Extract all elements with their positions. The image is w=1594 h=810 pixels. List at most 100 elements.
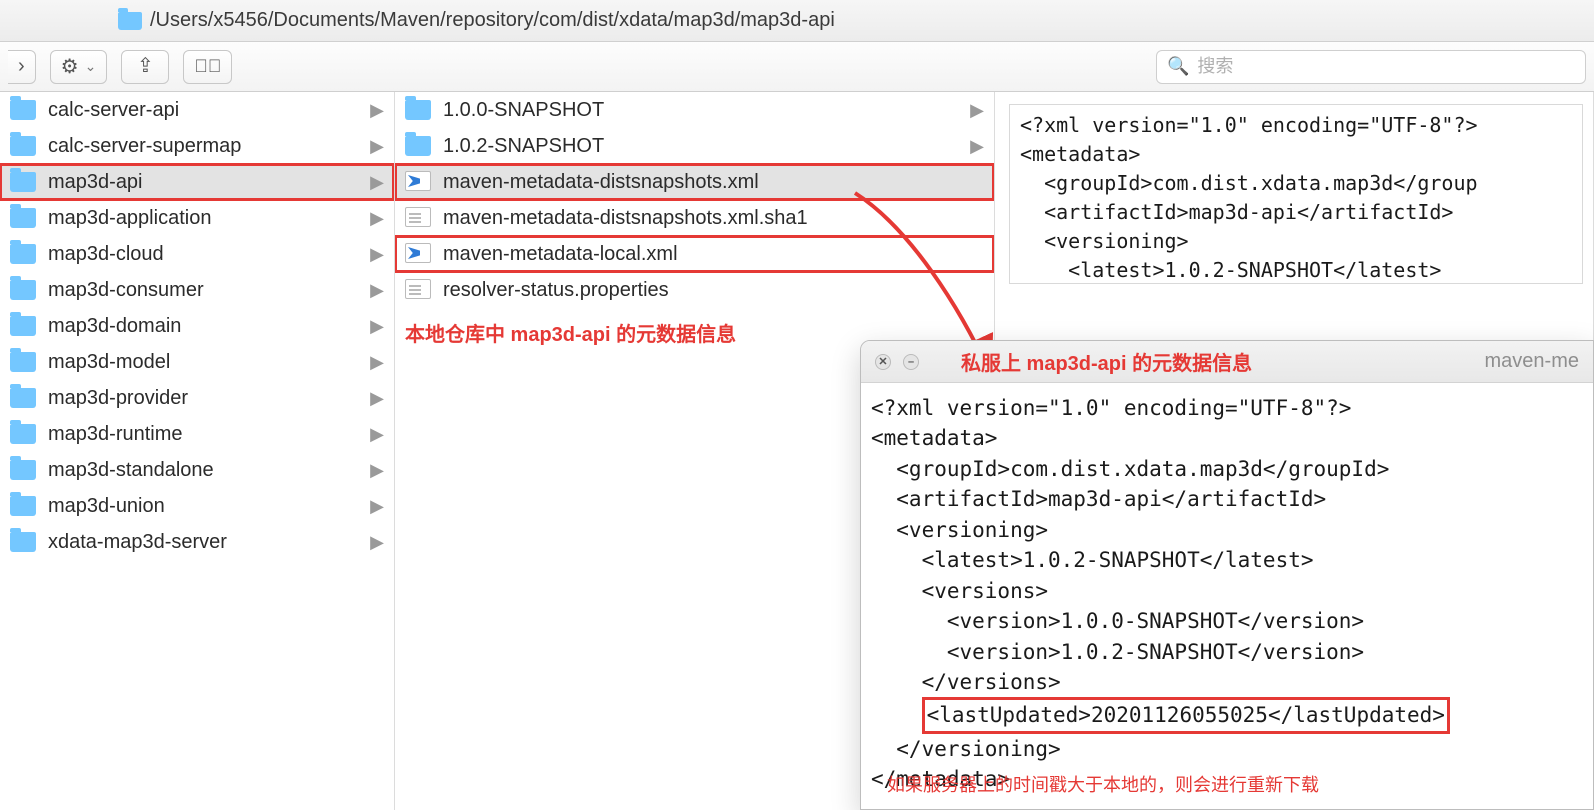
item-label: map3d-cloud: [48, 243, 164, 266]
chevron-right-icon: ▶: [370, 136, 384, 157]
gear-icon: ⚙: [61, 54, 79, 79]
folder-item-map3d-provider[interactable]: map3d-provider ▶: [0, 380, 394, 416]
tags-button[interactable]: ◯⃝: [183, 50, 232, 84]
chevron-right-icon: ▶: [970, 136, 984, 157]
chevron-right-icon: ▶: [370, 316, 384, 337]
folder-item-calc-server-api[interactable]: calc-server-api ▶: [0, 92, 394, 128]
editor-window: ✕ – 私服上 map3d-api 的元数据信息 maven-me <?xml …: [860, 340, 1594, 810]
item-label: map3d-union: [48, 495, 165, 518]
folder-icon: [405, 136, 431, 156]
folder-item-map3d-cloud[interactable]: map3d-cloud ▶: [0, 236, 394, 272]
folder-icon: [10, 280, 36, 300]
chevron-right-icon: ▶: [370, 496, 384, 517]
chevron-right-icon: ▶: [370, 388, 384, 409]
column-1[interactable]: calc-server-api▶calc-server-supermap▶map…: [0, 92, 395, 810]
minimize-icon[interactable]: –: [903, 354, 919, 370]
search-input[interactable]: [1197, 56, 1575, 77]
item-label: 1.0.2-SNAPSHOT: [443, 135, 604, 158]
item-label: resolver-status.properties: [443, 279, 669, 302]
file-item-maven-metadata-local.xml[interactable]: maven-metadata-local.xml: [395, 236, 994, 272]
folder-item-xdata-map3d-server[interactable]: xdata-map3d-server ▶: [0, 524, 394, 560]
item-label: map3d-domain: [48, 315, 181, 338]
folder-icon: [10, 424, 36, 444]
item-label: map3d-runtime: [48, 423, 183, 446]
folder-icon: [405, 100, 431, 120]
item-label: map3d-standalone: [48, 459, 214, 482]
file-icon: [405, 171, 431, 191]
folder-item-1.0.2-SNAPSHOT[interactable]: 1.0.2-SNAPSHOT ▶: [395, 128, 994, 164]
folder-icon: [10, 136, 36, 156]
item-label: xdata-map3d-server: [48, 531, 227, 554]
folder-item-map3d-api[interactable]: map3d-api ▶: [0, 164, 394, 200]
chevron-right-icon: ›: [18, 55, 25, 78]
folder-item-map3d-consumer[interactable]: map3d-consumer ▶: [0, 272, 394, 308]
annotation-remote-repo: 私服上 map3d-api 的元数据信息: [961, 347, 1252, 376]
item-label: map3d-consumer: [48, 279, 204, 302]
toolbar: › ⚙ ⌄ ⇪ ◯⃝ 🔍: [0, 42, 1594, 92]
chevron-right-icon: ▶: [370, 244, 384, 265]
editor-title-partial: maven-me: [1485, 350, 1579, 373]
chevron-right-icon: ▶: [370, 352, 384, 373]
annotation-footnote: 如果服务器上的时间戳大于本地的，则会进行重新下载: [887, 771, 1319, 797]
folder-icon: [10, 172, 36, 192]
folder-item-map3d-standalone[interactable]: map3d-standalone ▶: [0, 452, 394, 488]
folder-item-map3d-model[interactable]: map3d-model ▶: [0, 344, 394, 380]
folder-icon: [10, 496, 36, 516]
folder-item-map3d-application[interactable]: map3d-application ▶: [0, 200, 394, 236]
file-icon: [405, 279, 431, 299]
editor-titlebar[interactable]: ✕ – 私服上 map3d-api 的元数据信息 maven-me: [861, 341, 1593, 383]
chevron-right-icon: ▶: [370, 280, 384, 301]
item-label: map3d-application: [48, 207, 211, 230]
folder-icon: [10, 244, 36, 264]
chevron-right-icon: ▶: [970, 100, 984, 121]
annotation-local-repo: 本地仓库中 map3d-api 的元数据信息: [405, 318, 736, 347]
folder-icon: [10, 388, 36, 408]
close-icon[interactable]: ✕: [875, 354, 891, 370]
chevron-right-icon: ▶: [370, 532, 384, 553]
file-item-maven-metadata-distsnapshots.xml[interactable]: maven-metadata-distsnapshots.xml: [395, 164, 994, 200]
search-field-wrap[interactable]: 🔍: [1156, 50, 1586, 84]
file-item-resolver-status.properties[interactable]: resolver-status.properties: [395, 272, 994, 308]
chevron-right-icon: ▶: [370, 172, 384, 193]
xml-pre: <?xml version="1.0" encoding="UTF-8"?> <…: [871, 396, 1389, 727]
folder-item-1.0.0-SNAPSHOT[interactable]: 1.0.0-SNAPSHOT ▶: [395, 92, 994, 128]
chevron-right-icon: ▶: [370, 208, 384, 229]
folder-item-map3d-union[interactable]: map3d-union ▶: [0, 488, 394, 524]
editor-body[interactable]: <?xml version="1.0" encoding="UTF-8"?> <…: [861, 383, 1593, 810]
chevron-right-icon: ▶: [370, 460, 384, 481]
item-label: 1.0.0-SNAPSHOT: [443, 99, 604, 122]
preview-xml-top: <?xml version="1.0" encoding="UTF-8"?> <…: [1009, 104, 1583, 284]
file-icon: [405, 243, 431, 263]
window-titlebar: /Users/x5456/Documents/Maven/repository/…: [0, 0, 1594, 42]
folder-item-map3d-domain[interactable]: map3d-domain ▶: [0, 308, 394, 344]
item-label: calc-server-api: [48, 99, 179, 122]
item-label: calc-server-supermap: [48, 135, 241, 158]
search-icon: 🔍: [1167, 56, 1189, 77]
folder-icon: [118, 12, 142, 30]
item-label: map3d-model: [48, 351, 170, 374]
item-label: map3d-api: [48, 171, 143, 194]
chevron-right-icon: ▶: [370, 100, 384, 121]
folder-icon: [10, 100, 36, 120]
tag-icon: ◯⃝: [194, 56, 221, 77]
chevron-down-icon: ⌄: [85, 58, 97, 75]
folder-icon: [10, 460, 36, 480]
folder-icon: [10, 208, 36, 228]
item-label: maven-metadata-local.xml: [443, 243, 678, 266]
nav-forward-button[interactable]: ›: [8, 50, 36, 84]
file-icon: [405, 207, 431, 227]
chevron-right-icon: ▶: [370, 424, 384, 445]
item-label: map3d-provider: [48, 387, 188, 410]
folder-icon: [10, 316, 36, 336]
folder-item-calc-server-supermap[interactable]: calc-server-supermap ▶: [0, 128, 394, 164]
folder-icon: [10, 532, 36, 552]
folder-item-map3d-runtime[interactable]: map3d-runtime ▶: [0, 416, 394, 452]
item-label: maven-metadata-distsnapshots.xml.sha1: [443, 207, 808, 230]
path-text: /Users/x5456/Documents/Maven/repository/…: [150, 9, 835, 32]
share-icon: ⇪: [137, 53, 154, 78]
folder-icon: [10, 352, 36, 372]
xml-lastupdated-highlight: <lastUpdated>20201126055025</lastUpdated…: [922, 697, 1450, 733]
file-item-maven-metadata-distsnapshots.xml.sha1[interactable]: maven-metadata-distsnapshots.xml.sha1: [395, 200, 994, 236]
share-button[interactable]: ⇪: [121, 50, 169, 84]
actions-menu-button[interactable]: ⚙ ⌄: [50, 50, 108, 84]
